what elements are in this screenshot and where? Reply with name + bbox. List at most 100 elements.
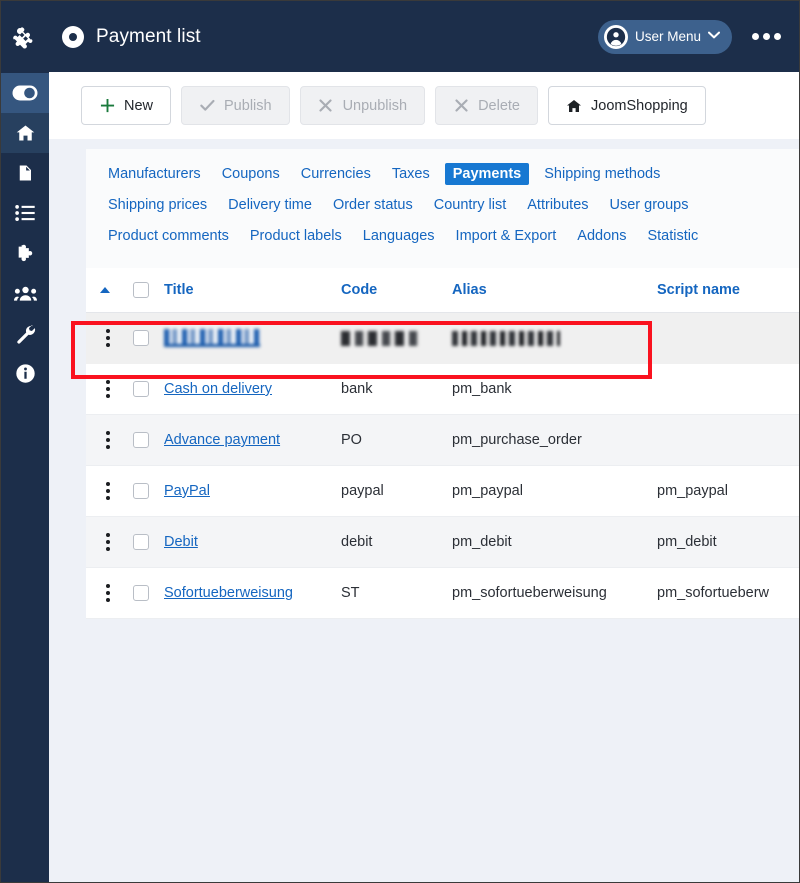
tab-attributes[interactable]: Attributes [521,194,594,216]
row-drag-handle[interactable] [86,568,123,619]
kebab-menu-icon[interactable] [100,482,116,500]
tab-manufacturers[interactable]: Manufacturers [102,163,207,185]
row-checkbox-cell[interactable] [123,415,164,466]
row-alias-cell: pm_paypal [452,466,657,517]
kebab-menu-icon[interactable] [100,329,116,347]
row-title-link[interactable]: Sofortueberweisung [164,585,293,601]
row-title-link[interactable]: Debit [164,534,198,550]
table-row[interactable] [86,313,799,364]
tab-country-list[interactable]: Country list [428,194,513,216]
tab-row-2: Shipping prices Delivery time Order stat… [102,194,799,216]
row-drag-handle[interactable] [86,364,123,415]
sidebar-item-tools[interactable] [1,313,49,353]
column-code[interactable]: Code [341,268,452,313]
row-checkbox-cell[interactable] [123,568,164,619]
row-title-cell[interactable] [164,313,341,364]
row-checkbox[interactable] [133,585,149,601]
row-code-cell [341,313,452,364]
row-checkbox-cell[interactable] [123,313,164,364]
row-drag-handle[interactable] [86,415,123,466]
tab-currencies[interactable]: Currencies [295,163,377,185]
user-menu-button[interactable]: User Menu [598,20,732,54]
redacted-code [341,331,419,346]
row-alias-cell [452,313,657,364]
table-row[interactable]: Advance payment PO pm_purchase_order [86,415,799,466]
unpublish-button[interactable]: Unpublish [300,86,426,125]
row-checkbox[interactable] [133,330,149,346]
sidebar-item-list[interactable] [1,193,49,233]
publish-button[interactable]: Publish [181,86,290,125]
row-drag-handle[interactable] [86,466,123,517]
tab-coupons[interactable]: Coupons [216,163,286,185]
row-checkbox-cell[interactable] [123,517,164,568]
table-row[interactable]: Debit debit pm_debit pm_debit [86,517,799,568]
kebab-menu-icon[interactable] [100,431,116,449]
row-checkbox[interactable] [133,432,149,448]
tab-import-export[interactable]: Import & Export [450,225,563,247]
tab-statistic[interactable]: Statistic [641,225,704,247]
row-drag-handle[interactable] [86,517,123,568]
row-title-link[interactable]: Advance payment [164,432,280,448]
joomshopping-button[interactable]: JoomShopping [548,86,706,125]
delete-button-label: Delete [478,98,520,114]
row-checkbox-cell[interactable] [123,364,164,415]
tab-payments[interactable]: Payments [445,163,530,185]
wrench-icon [15,323,36,344]
row-script-cell: pm_sofortueberw [657,568,799,619]
new-button[interactable]: New [81,86,171,125]
tab-shipping-prices[interactable]: Shipping prices [102,194,213,216]
row-alias-cell: pm_bank [452,364,657,415]
tab-product-comments[interactable]: Product comments [102,225,235,247]
tab-languages[interactable]: Languages [357,225,441,247]
sidebar-item-toggle[interactable] [1,73,49,113]
tab-delivery-time[interactable]: Delivery time [222,194,318,216]
joomla-logo-icon[interactable] [1,1,49,73]
table-row[interactable]: PayPal paypal pm_paypal pm_paypal [86,466,799,517]
kebab-menu-icon[interactable] [100,380,116,398]
table-row[interactable]: Sofortueberweisung ST pm_sofortueberweis… [86,568,799,619]
row-title-link[interactable]: Cash on delivery [164,381,272,397]
row-title-cell[interactable]: Advance payment [164,415,341,466]
column-select-all[interactable] [123,268,164,313]
row-title-cell[interactable]: PayPal [164,466,341,517]
tab-taxes[interactable]: Taxes [386,163,436,185]
check-icon [199,98,215,114]
row-checkbox[interactable] [133,534,149,550]
column-script-name[interactable]: Script name [657,268,799,313]
tab-order-status[interactable]: Order status [327,194,419,216]
kebab-menu-icon[interactable] [100,584,116,602]
content-area: Manufacturers Coupons Currencies Taxes P… [49,139,799,883]
sidebar-item-extensions[interactable] [1,233,49,273]
admin-window: Payment list User Menu [0,0,800,883]
row-title-link[interactable]: PayPal [164,483,210,499]
sidebar-item-home[interactable] [1,113,49,153]
select-all-checkbox[interactable] [133,282,149,298]
row-title-cell[interactable]: Cash on delivery [164,364,341,415]
tab-shipping-methods[interactable]: Shipping methods [538,163,666,185]
row-code-cell: debit [341,517,452,568]
sidebar-item-documents[interactable] [1,153,49,193]
column-title[interactable]: Title [164,268,341,313]
column-alias[interactable]: Alias [452,268,657,313]
record-circle-icon [62,26,84,48]
tab-addons[interactable]: Addons [571,225,632,247]
row-checkbox[interactable] [133,483,149,499]
sidebar-item-info[interactable] [1,353,49,393]
row-title-cell[interactable]: Sofortueberweisung [164,568,341,619]
table-header-row: Title Code Alias Script name [86,268,799,313]
row-script-cell [657,415,799,466]
row-drag-handle[interactable] [86,313,123,364]
row-checkbox[interactable] [133,381,149,397]
column-sort-ordering[interactable] [86,268,123,313]
tab-user-groups[interactable]: User groups [604,194,695,216]
sidebar-item-users[interactable] [1,273,49,313]
sort-ascending-arrow-icon[interactable] [100,287,110,293]
row-title-cell[interactable]: Debit [164,517,341,568]
ellipsis-icon[interactable] [750,27,783,46]
kebab-menu-icon[interactable] [100,533,116,551]
table-row[interactable]: Cash on delivery bank pm_bank [86,364,799,415]
redacted-title [164,329,260,347]
tab-product-labels[interactable]: Product labels [244,225,348,247]
delete-button[interactable]: Delete [435,86,538,125]
row-checkbox-cell[interactable] [123,466,164,517]
